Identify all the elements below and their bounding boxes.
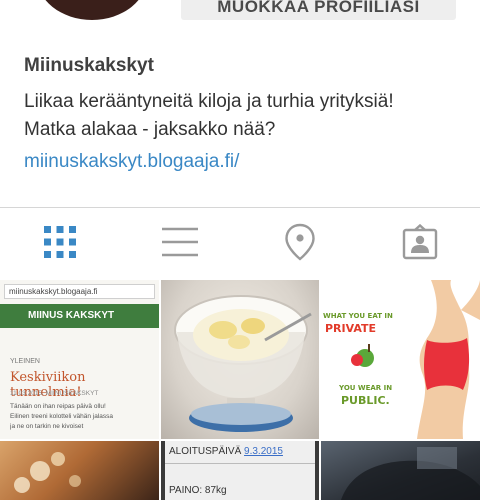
dessert-photo — [174, 295, 312, 432]
edit-profile-button[interactable]: MUOKKAA PROFIILIASI — [181, 0, 456, 20]
note-start-value: 9.3.2015 — [244, 446, 283, 457]
note-start-label: ALOITUSPÄIVÄ — [169, 446, 242, 457]
avatar[interactable] — [36, 0, 148, 20]
note-rule — [165, 463, 315, 464]
location-pin-icon — [284, 223, 316, 266]
post-thumbnail-blog-screenshot[interactable]: miinuskakskyt.blogaaja.fi MIINUS KAKSKYT… — [0, 280, 159, 439]
tab-tagged-photos[interactable] — [360, 208, 480, 280]
profile-view-tabs — [0, 208, 480, 280]
cartoon-text: YOU WEAR IN — [339, 384, 393, 392]
post-thumbnail-dark-photo[interactable] — [321, 441, 480, 500]
bio-line: Liikaa kerääntyneitä kiloja ja turhia yr… — [24, 91, 394, 112]
bio-line: Matka alakaa - jaksakko nää? — [24, 119, 276, 140]
photo-grid: miinuskakskyt.blogaaja.fi MIINUS KAKSKYT… — [0, 280, 480, 500]
cartoon-text: PRIVATE — [325, 322, 377, 335]
post-thumbnail-cartoon[interactable]: WHAT YOU EAT IN PRIVATE YOU WEAR IN PUBL… — [321, 280, 480, 439]
post-thumbnail-dessert[interactable] — [161, 280, 319, 439]
note-weight: PAINO: 87kg — [169, 485, 227, 496]
blog-header: MIINUS KAKSKYT — [0, 304, 159, 328]
blog-text-line: Tänään on ihan reipas päivä ollu! — [10, 403, 106, 410]
blog-url-bar: miinuskakskyt.blogaaja.fi — [4, 284, 155, 299]
blog-post-text: Tänään on ihan reipas päivä ollu! Eiline… — [10, 402, 155, 432]
blog-text-line: ja ne on tarkin ne kivoiset — [10, 423, 84, 430]
food-photo — [14, 452, 81, 493]
cartoon-text: WHAT YOU EAT IN — [323, 312, 393, 320]
tab-list-view[interactable] — [120, 208, 240, 280]
cartoon-text: PUBLIC. — [341, 394, 390, 407]
tagged-photos-icon — [402, 223, 438, 265]
post-thumbnail-start-note[interactable]: ALOITUSPÄIVÄ 9.3.2015 PAINO: 87kg — [161, 441, 319, 500]
dark-photo — [341, 447, 480, 500]
blog-category: YLEINEN — [10, 358, 40, 365]
blog-post-date: 11.03.2015, MIINUSKAKSKYT — [10, 390, 99, 397]
tab-photo-map[interactable] — [240, 208, 360, 280]
profile-website-link[interactable]: miinuskakskyt.blogaaja.fi/ — [24, 151, 239, 173]
profile-username: Miinuskakskyt — [24, 55, 154, 76]
blog-text-line: Eilinen treeni kolotteli vähän jalassa — [10, 413, 113, 420]
tab-grid-view[interactable] — [0, 208, 120, 280]
note-start-date: ALOITUSPÄIVÄ 9.3.2015 — [169, 446, 283, 457]
grid-icon — [43, 225, 77, 264]
list-icon — [161, 226, 199, 263]
cartoon-figure — [351, 280, 480, 439]
post-thumbnail-food-photo[interactable] — [0, 441, 159, 500]
profile-bio: Liikaa kerääntyneitä kiloja ja turhia yr… — [24, 88, 464, 144]
